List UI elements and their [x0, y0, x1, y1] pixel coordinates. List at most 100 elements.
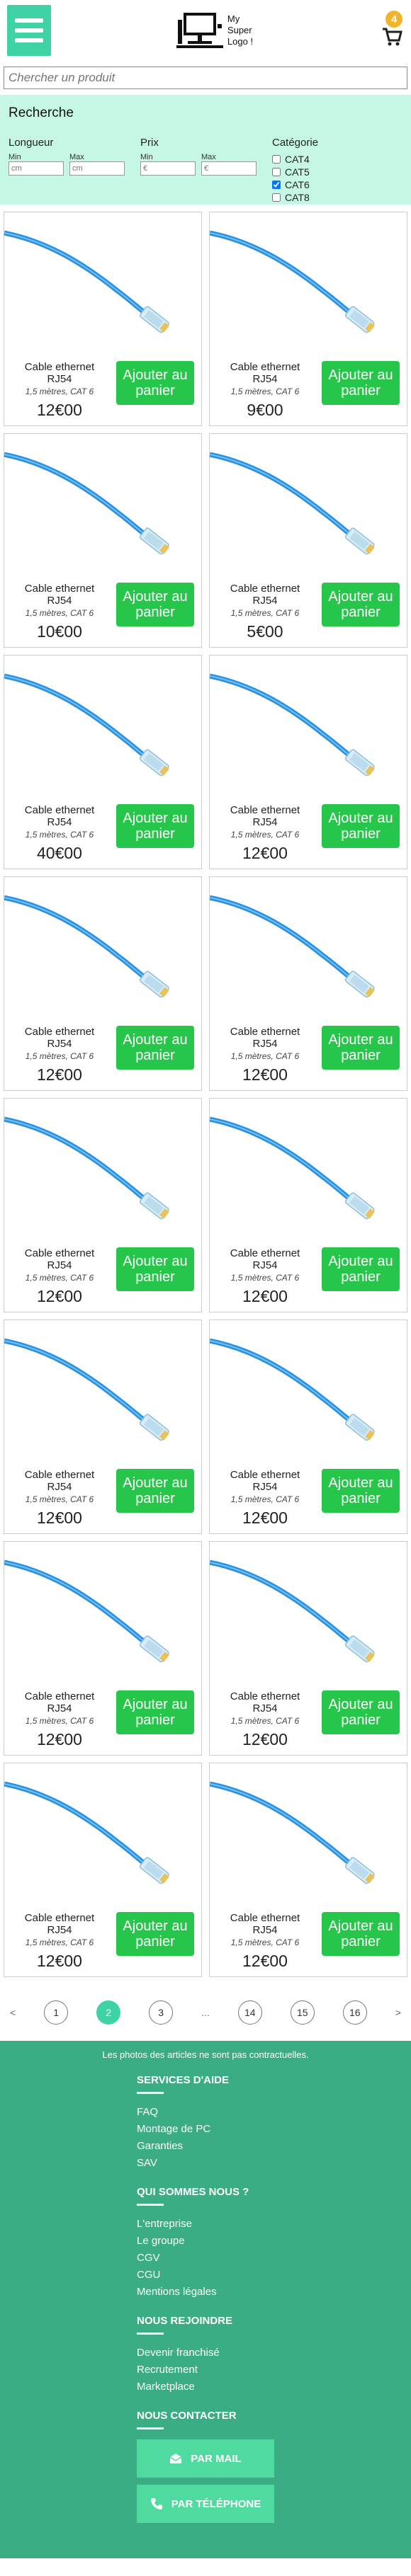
add-to-cart-button[interactable]: Ajouter au panier: [116, 804, 194, 848]
category-option[interactable]: CAT6: [272, 178, 393, 191]
add-to-cart-button[interactable]: Ajouter au panier: [322, 1247, 400, 1291]
product-card[interactable]: Cable ethernet RJ54 1,5 mètres, CAT 6 12€0…: [209, 1320, 407, 1534]
footer-link[interactable]: FAQ: [137, 2104, 411, 2121]
footer-link[interactable]: Devenir franchisé: [137, 2345, 411, 2362]
product-name[interactable]: Cable ethernet RJ54: [17, 361, 102, 385]
next-page-button[interactable]: >: [395, 2007, 401, 2018]
menu-icon[interactable]: [7, 5, 51, 56]
add-to-cart-button[interactable]: Ajouter au panier: [322, 804, 400, 848]
product-image[interactable]: [210, 1099, 407, 1242]
product-name[interactable]: Cable ethernet RJ54: [223, 1690, 308, 1715]
category-checkbox[interactable]: [272, 155, 281, 164]
product-image[interactable]: [4, 1099, 201, 1242]
cart-button[interactable]: 4: [378, 9, 404, 52]
footer-link[interactable]: SAV: [137, 2155, 411, 2172]
add-to-cart-button[interactable]: Ajouter au panier: [322, 361, 400, 405]
footer-link[interactable]: CGU: [137, 2267, 411, 2284]
product-card[interactable]: Cable ethernet RJ54 1,5 mètres, CAT 6 9€00…: [209, 212, 407, 426]
product-name[interactable]: Cable ethernet RJ54: [17, 1026, 102, 1050]
product-image[interactable]: [4, 656, 201, 798]
product-card[interactable]: Cable ethernet RJ54 1,5 mètres, CAT 6 10€0…: [4, 433, 202, 648]
product-card[interactable]: Cable ethernet RJ54 1,5 mètres, CAT 6 12€0…: [209, 1763, 407, 1977]
add-to-cart-button[interactable]: Ajouter au panier: [116, 1912, 194, 1956]
product-image[interactable]: [210, 1542, 407, 1685]
price-max-input[interactable]: [201, 161, 257, 176]
product-card[interactable]: Cable ethernet RJ54 1,5 mètres, CAT 6 12€0…: [4, 876, 202, 1091]
footer-link[interactable]: Garanties: [137, 2138, 411, 2155]
product-card[interactable]: Cable ethernet RJ54 1,5 mètres, CAT 6 5€00…: [209, 433, 407, 648]
product-name[interactable]: Cable ethernet RJ54: [17, 1912, 102, 1936]
category-checkbox[interactable]: [272, 168, 281, 176]
add-to-cart-button[interactable]: Ajouter au panier: [322, 1469, 400, 1513]
product-image[interactable]: [4, 212, 201, 355]
add-to-cart-button[interactable]: Ajouter au panier: [322, 1690, 400, 1734]
product-image[interactable]: [210, 877, 407, 1020]
product-image[interactable]: [4, 1320, 201, 1463]
product-card[interactable]: Cable ethernet RJ54 1,5 mètres, CAT 6 12€0…: [4, 1763, 202, 1977]
footer-link[interactable]: Montage de PC: [137, 2121, 411, 2138]
page-button[interactable]: 14: [237, 2000, 262, 2025]
footer-link[interactable]: Le groupe: [137, 2233, 411, 2250]
add-to-cart-button[interactable]: Ajouter au panier: [116, 361, 194, 405]
footer-link[interactable]: CGV: [137, 2250, 411, 2267]
product-image[interactable]: [210, 1320, 407, 1463]
product-card[interactable]: Cable ethernet RJ54 1,5 mètres, CAT 6 12€0…: [209, 876, 407, 1091]
product-name[interactable]: Cable ethernet RJ54: [223, 361, 308, 385]
product-card[interactable]: Cable ethernet RJ54 1,5 mètres, CAT 6 12€0…: [4, 1541, 202, 1756]
product-card[interactable]: Cable ethernet RJ54 1,5 mètres, CAT 6 40€0…: [4, 655, 202, 869]
product-card[interactable]: Cable ethernet RJ54 1,5 mètres, CAT 6 12€0…: [209, 1541, 407, 1756]
category-checkbox[interactable]: [272, 181, 281, 189]
product-image[interactable]: [210, 212, 407, 355]
footer-link[interactable]: Marketplace: [137, 2378, 411, 2395]
product-card[interactable]: Cable ethernet RJ54 1,5 mètres, CAT 6 12€0…: [4, 212, 202, 426]
length-min-input[interactable]: [9, 161, 64, 176]
add-to-cart-button[interactable]: Ajouter au panier: [322, 1026, 400, 1070]
product-name[interactable]: Cable ethernet RJ54: [17, 1469, 102, 1493]
category-option[interactable]: CAT4: [272, 153, 393, 166]
product-name[interactable]: Cable ethernet RJ54: [223, 1469, 308, 1493]
product-name[interactable]: Cable ethernet RJ54: [223, 1912, 308, 1936]
product-image[interactable]: [210, 434, 407, 577]
product-name[interactable]: Cable ethernet RJ54: [223, 804, 308, 828]
product-name[interactable]: Cable ethernet RJ54: [17, 804, 102, 828]
prev-page-button[interactable]: <: [10, 2007, 16, 2018]
page-button[interactable]: 15: [290, 2000, 315, 2025]
mail-button[interactable]: PAR MAIL: [137, 2439, 274, 2478]
add-to-cart-button[interactable]: Ajouter au panier: [322, 1912, 400, 1956]
page-button[interactable]: 1: [44, 2000, 69, 2025]
product-image[interactable]: [4, 1542, 201, 1685]
product-image[interactable]: [210, 656, 407, 798]
category-option[interactable]: CAT5: [272, 166, 393, 178]
add-to-cart-button[interactable]: Ajouter au panier: [116, 1690, 194, 1734]
category-checkbox[interactable]: [272, 193, 281, 202]
footer-link[interactable]: Recrutement: [137, 2362, 411, 2378]
product-name[interactable]: Cable ethernet RJ54: [223, 1026, 308, 1050]
price-min-input[interactable]: [140, 161, 196, 176]
page-button[interactable]: 2: [96, 2000, 121, 2025]
add-to-cart-button[interactable]: Ajouter au panier: [116, 1247, 194, 1291]
product-image[interactable]: [4, 434, 201, 577]
add-to-cart-button[interactable]: Ajouter au panier: [116, 1026, 194, 1070]
category-option[interactable]: CAT8: [272, 191, 393, 204]
page-button[interactable]: 3: [149, 2000, 174, 2025]
product-name[interactable]: Cable ethernet RJ54: [17, 1690, 102, 1715]
add-to-cart-button[interactable]: Ajouter au panier: [116, 583, 194, 626]
footer-link[interactable]: Mentions légales: [137, 2284, 411, 2301]
phone-button[interactable]: PAR TÉLÉPHONE: [137, 2485, 274, 2523]
product-image[interactable]: [210, 1763, 407, 1906]
page-button[interactable]: 16: [342, 2000, 367, 2025]
search-input[interactable]: [4, 67, 407, 89]
product-card[interactable]: Cable ethernet RJ54 1,5 mètres, CAT 6 12€0…: [209, 655, 407, 869]
product-image[interactable]: [4, 1763, 201, 1906]
product-card[interactable]: Cable ethernet RJ54 1,5 mètres, CAT 6 12€0…: [4, 1098, 202, 1312]
add-to-cart-button[interactable]: Ajouter au panier: [322, 583, 400, 626]
logo[interactable]: My Super Logo !: [176, 10, 253, 51]
product-card[interactable]: Cable ethernet RJ54 1,5 mètres, CAT 6 12€0…: [4, 1320, 202, 1534]
product-name[interactable]: Cable ethernet RJ54: [17, 583, 102, 607]
footer-link[interactable]: L'entreprise: [137, 2216, 411, 2233]
product-card[interactable]: Cable ethernet RJ54 1,5 mètres, CAT 6 12€0…: [209, 1098, 407, 1312]
product-name[interactable]: Cable ethernet RJ54: [223, 583, 308, 607]
add-to-cart-button[interactable]: Ajouter au panier: [116, 1469, 194, 1513]
product-image[interactable]: [4, 877, 201, 1020]
product-name[interactable]: Cable ethernet RJ54: [223, 1247, 308, 1271]
